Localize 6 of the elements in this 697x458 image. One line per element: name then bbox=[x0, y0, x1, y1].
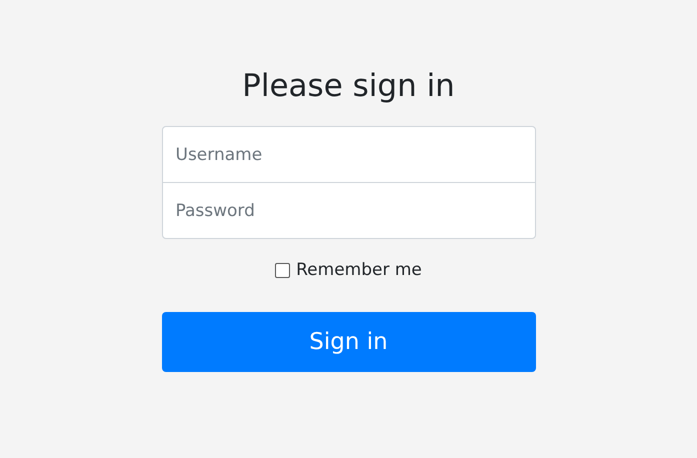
username-field[interactable]: Username bbox=[162, 126, 536, 183]
sign-in-button[interactable]: Sign in bbox=[162, 312, 536, 372]
remember-label: Remember me bbox=[296, 260, 422, 280]
page-title: Please sign in bbox=[242, 67, 455, 106]
remember-checkbox[interactable] bbox=[275, 262, 290, 278]
password-field[interactable]: Password bbox=[162, 182, 536, 239]
